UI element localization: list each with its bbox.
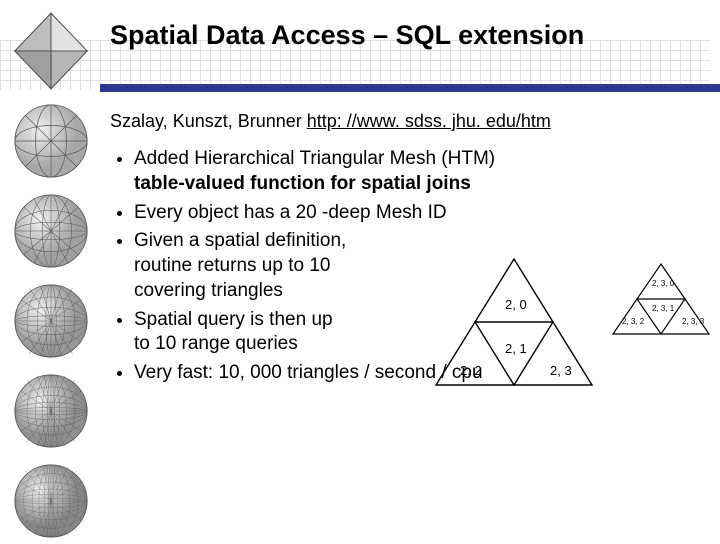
authors-line: Szalay, Kunszt, Brunner http: //www. sds… xyxy=(110,110,708,133)
sphere-level3-icon xyxy=(8,278,94,364)
bullet-4-line1: Spatial query is then up xyxy=(134,309,333,330)
bullet-1-line2: table-valued function for spatial joins xyxy=(134,173,471,194)
bullet-2: Every object has a 20 -deep Mesh ID xyxy=(134,201,708,226)
bullet-3-line2: routine returns up to 10 xyxy=(134,255,330,276)
tri-label-22: 2, 2 xyxy=(460,363,482,378)
tri-label-20: 2, 0 xyxy=(505,297,527,312)
subdivision-sidebar xyxy=(8,8,100,544)
tri-label-23: 2, 3 xyxy=(550,363,572,378)
authors-names: Szalay, Kunszt, Brunner xyxy=(110,111,302,131)
triangle-level1-icon xyxy=(432,255,597,389)
bullet-1: Added Hierarchical Triangular Mesh (HTM)… xyxy=(134,147,708,196)
tri-label-21: 2, 1 xyxy=(505,341,527,356)
octahedron-icon xyxy=(8,8,94,94)
title-underline xyxy=(100,84,720,92)
tri-label-233: 2, 3, 3 xyxy=(682,317,704,326)
bullet-1-line1: Added Hierarchical Triangular Mesh (HTM) xyxy=(134,148,495,169)
bullet-3-line1: Given a spatial definition, xyxy=(134,230,346,251)
sphere-level4-icon xyxy=(8,368,94,454)
bullet-3-line3: covering triangles xyxy=(134,280,283,301)
tri-label-231: 2, 3, 1 xyxy=(652,304,674,313)
sphere-level5-icon xyxy=(8,458,94,544)
page-title: Spatial Data Access – SQL extension xyxy=(110,20,710,51)
tri-label-230: 2, 3, 0 xyxy=(652,279,674,288)
sphere-level2-icon xyxy=(8,188,94,274)
bullet-4-line2: to 10 range queries xyxy=(134,333,298,354)
sphere-level1-icon xyxy=(8,98,94,184)
htm-triangle-diagram: 2, 0 2, 1 2, 2 2, 3 2, 3, 0 2, 3, 1 2, 3… xyxy=(432,255,712,389)
tri-label-232: 2, 3, 2 xyxy=(622,317,644,326)
authors-link[interactable]: http: //www. sdss. jhu. edu/htm xyxy=(307,111,551,131)
